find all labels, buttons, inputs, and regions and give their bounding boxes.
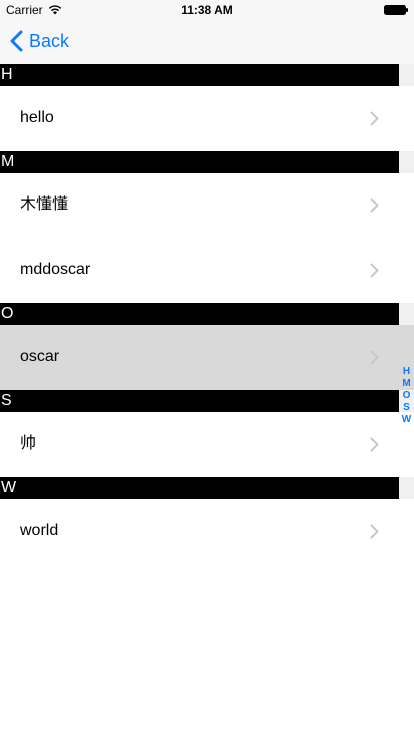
section-header-m: M [0, 151, 414, 173]
back-label: Back [29, 30, 70, 51]
status-bar: Carrier 11:38 AM [0, 0, 414, 20]
index-letter-w[interactable]: W [399, 414, 414, 426]
table-row[interactable]: 木懂懂 [0, 173, 414, 238]
chevron-left-icon [10, 30, 23, 52]
index-letter-s[interactable]: S [399, 402, 414, 414]
section-header-h: H [0, 64, 414, 86]
index-letter-o[interactable]: O [399, 390, 414, 402]
battery-icon [384, 5, 408, 15]
chevron-right-icon [370, 263, 379, 278]
section-title: W [1, 479, 17, 496]
row-label: 木懂懂 [20, 196, 69, 213]
row-label: mddoscar [20, 261, 91, 278]
row-label: world [20, 522, 59, 539]
section-header-bar [0, 64, 399, 86]
section-header-w: W [0, 477, 414, 499]
section-title: H [1, 66, 13, 83]
section-index[interactable]: H M O S W [399, 366, 414, 426]
chevron-right-icon [370, 198, 379, 213]
section-header-bar [0, 477, 399, 499]
screen: Carrier 11:38 AM Back H hello M 木懂懂 mddo… [0, 0, 414, 736]
table-row[interactable]: 帅 [0, 412, 414, 477]
section-header-o: O [0, 303, 414, 325]
index-letter-h[interactable]: H [399, 366, 414, 378]
section-title: S [1, 392, 12, 409]
navigation-bar: Back [0, 20, 414, 64]
section-header-bar [0, 390, 399, 412]
contact-table: H hello M 木懂懂 mddoscar O oscar S 帅 W wor… [0, 64, 414, 564]
index-letter-m[interactable]: M [399, 378, 414, 390]
section-title: O [1, 305, 14, 322]
table-row[interactable]: hello [0, 86, 414, 151]
back-button[interactable]: Back [10, 30, 69, 52]
section-header-s: S [0, 390, 414, 412]
chevron-right-icon [370, 437, 379, 452]
table-row-selected[interactable]: oscar [0, 325, 414, 390]
row-label: 帅 [20, 435, 37, 452]
section-header-bar [0, 303, 399, 325]
row-label: oscar [20, 348, 60, 365]
section-header-bar [0, 151, 399, 173]
chevron-right-icon [370, 350, 379, 365]
table-row[interactable]: world [0, 499, 414, 564]
section-title: M [1, 153, 15, 170]
row-label: hello [20, 109, 54, 126]
table-row[interactable]: mddoscar [0, 238, 414, 303]
chevron-right-icon [370, 111, 379, 126]
status-time: 11:38 AM [181, 3, 233, 17]
chevron-right-icon [370, 524, 379, 539]
